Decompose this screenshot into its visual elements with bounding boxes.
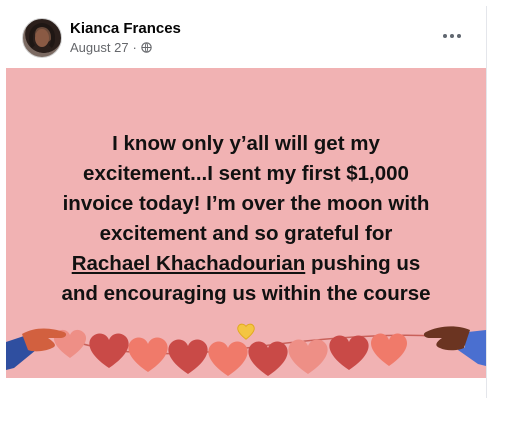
post-image-text: I know only y’all will get my excitement… — [20, 129, 472, 309]
more-options-icon[interactable] — [440, 26, 464, 46]
heart-garland-hearts — [53, 329, 408, 376]
post-meta: August 27 · — [70, 40, 152, 55]
heart-garland — [6, 326, 486, 376]
avatar-face — [35, 29, 49, 47]
left-hand — [6, 328, 67, 370]
author-name[interactable]: Kianca Frances — [70, 20, 181, 37]
post-card: Kianca Frances August 27 · I know only y… — [6, 6, 487, 398]
globe-icon[interactable] — [141, 42, 152, 53]
text-line-5-rest: pushing us — [305, 252, 421, 275]
post-image[interactable]: I know only y’all will get my excitement… — [6, 68, 486, 378]
text-line-2: excitement...I sent my first $1,000 — [83, 162, 409, 185]
avatar[interactable] — [22, 18, 62, 58]
text-line-3: invoice today! I’m over the moon with — [62, 192, 430, 215]
text-line-5: Rachael Khachadourian pushing us — [20, 249, 472, 279]
text-line-6: and encouraging us within the course — [61, 282, 431, 305]
right-hand — [423, 326, 486, 366]
tagged-name: Rachael Khachadourian — [71, 252, 306, 275]
text-line-4: excitement and so grateful for — [99, 222, 393, 245]
post-date[interactable]: August 27 — [70, 40, 129, 55]
post-header: Kianca Frances August 27 · — [6, 6, 486, 68]
meta-separator: · — [132, 40, 137, 55]
text-line-1: I know only y’all will get my — [112, 132, 380, 155]
